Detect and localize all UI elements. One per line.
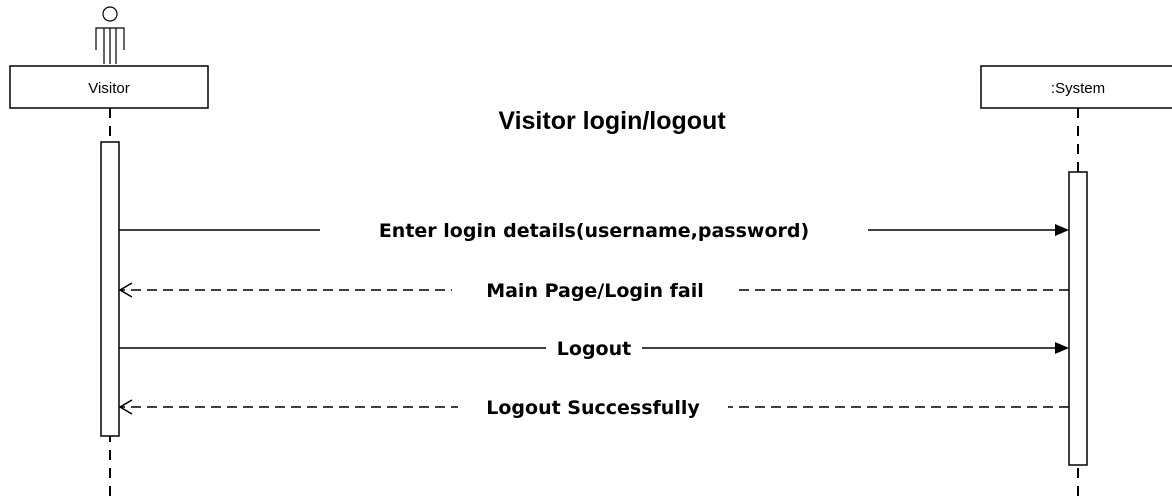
message-2-label: Main Page/Login fail bbox=[486, 280, 704, 302]
sequence-diagram: Visitor :System Visitor login/logout Ent… bbox=[9, 6, 1172, 504]
message-3-label: Logout bbox=[557, 338, 631, 360]
participant-visitor: Visitor bbox=[9, 65, 209, 109]
arrowhead-filled-icon bbox=[1055, 224, 1069, 236]
participant-system-label: :System bbox=[1051, 80, 1105, 97]
participant-system: :System bbox=[980, 65, 1172, 109]
arrowhead-filled-icon bbox=[1055, 342, 1069, 354]
participant-visitor-label: Visitor bbox=[88, 80, 129, 97]
message-1-label: Enter login details(username,password) bbox=[379, 220, 809, 242]
message-1: Enter login details(username,password) bbox=[119, 216, 1069, 244]
system-activation-bar bbox=[1068, 171, 1088, 466]
message-2: Main Page/Login fail bbox=[118, 276, 1069, 304]
actor-icon bbox=[95, 6, 125, 64]
message-4: Logout Successfully bbox=[118, 393, 1069, 421]
message-4-label: Logout Successfully bbox=[486, 397, 700, 419]
diagram-title: Visitor login/logout bbox=[498, 107, 726, 135]
message-3: Logout bbox=[119, 334, 1069, 362]
visitor-activation-bar bbox=[100, 141, 120, 437]
